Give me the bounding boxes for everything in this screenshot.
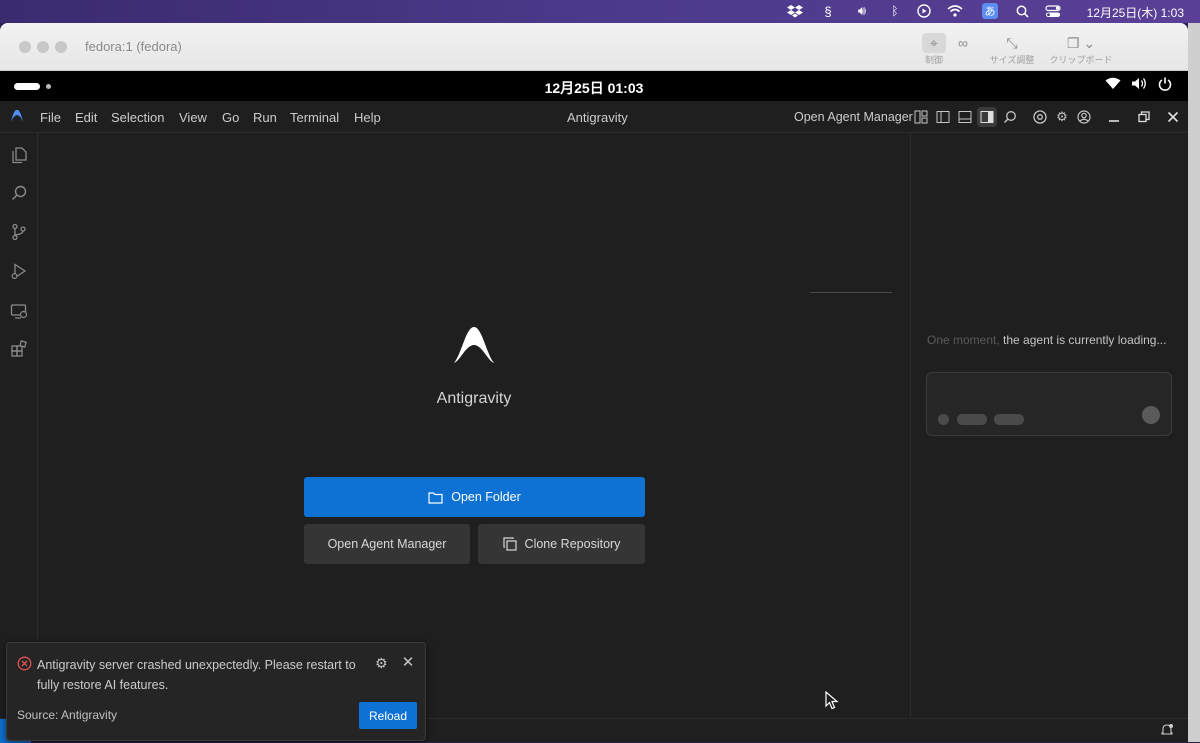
notifications-bell-icon[interactable] <box>1160 723 1174 737</box>
clone-repository-button[interactable]: Clone Repository <box>478 524 645 564</box>
gnome-top-bar: 12月25日 01:03 <box>0 71 1188 101</box>
chrome-icon[interactable] <box>1030 107 1050 127</box>
toggle-secondary-sidebar-icon[interactable] <box>977 107 997 127</box>
extensions-icon[interactable] <box>9 339 29 359</box>
search-icon[interactable] <box>1000 107 1020 127</box>
menu-file[interactable]: File <box>40 110 61 125</box>
gnome-clock[interactable]: 12月25日 01:03 <box>0 78 1188 98</box>
open-agent-manager-label: Open Agent Manager <box>327 537 447 551</box>
close-window-button[interactable] <box>19 41 31 53</box>
control-center-icon[interactable] <box>1044 3 1062 19</box>
clipboard-icon: ❐ ⌄ <box>1066 35 1096 51</box>
clipboard-tool[interactable]: ❐ ⌄ クリップボード <box>1046 33 1116 66</box>
source-control-icon[interactable] <box>9 222 29 242</box>
antigravity-logo-icon <box>454 327 494 363</box>
menu-edit[interactable]: Edit <box>75 110 97 125</box>
skeleton-pill <box>938 414 949 425</box>
guest-screen: 12月25日 01:03 File Edit Selection View Go… <box>0 71 1188 743</box>
view-tool[interactable]: ∞ <box>935 33 991 53</box>
skeleton-pill <box>994 414 1024 425</box>
search-icon[interactable] <box>9 183 29 203</box>
loading-text-main: the agent is currently loading... <box>999 333 1167 347</box>
copy-icon <box>502 537 517 551</box>
search-icon[interactable] <box>1014 3 1030 19</box>
folder-icon <box>428 491 443 504</box>
remote-explorer-icon[interactable] <box>9 301 29 321</box>
host-desktop-strip <box>1188 23 1200 742</box>
clone-repository-label: Clone Repository <box>524 537 621 551</box>
binoculars-icon: ∞ <box>958 35 968 51</box>
dropbox-icon[interactable] <box>786 3 804 19</box>
app-window-title: Antigravity <box>567 110 628 125</box>
host-titlebar: fedora:1 (fedora) ⌖ 制御 ∞ ⤡ サイズ調整 ❐ ⌄ クリッ… <box>0 23 1188 71</box>
antigravity-app: File Edit Selection View Go Run Terminal… <box>0 101 1188 743</box>
mac-menubar: § 🔊︎ ᛒ あ 12月25日(木) 1:03 <box>0 0 1200 23</box>
wifi-icon[interactable] <box>946 3 964 19</box>
explorer-icon[interactable] <box>9 145 29 165</box>
notification-settings-gear-icon[interactable]: ⚙ <box>375 655 391 671</box>
account-icon[interactable] <box>1074 107 1094 127</box>
mouse-cursor-icon <box>825 691 839 710</box>
agent-input-skeleton <box>926 372 1172 436</box>
editor-welcome: Antigravity Open Folder Open Agent Manag… <box>38 133 910 718</box>
run-debug-icon[interactable] <box>9 261 29 281</box>
host-window-title: fedora:1 (fedora) <box>85 39 182 54</box>
notification-source: Source: Antigravity <box>17 708 118 722</box>
menu-selection[interactable]: Selection <box>111 110 164 125</box>
restore-icon[interactable] <box>1134 107 1154 127</box>
settings-gear-icon[interactable]: ⚙ <box>1052 107 1072 127</box>
notification-message: Antigravity server crashed unexpectedly.… <box>37 658 356 692</box>
close-icon[interactable] <box>1163 107 1183 127</box>
activity-bar <box>0 133 38 718</box>
skeleton-pill <box>957 414 987 425</box>
open-agent-manager-button[interactable]: Open Agent Manager <box>304 524 470 564</box>
resize-tool[interactable]: ⤡ サイズ調整 <box>984 33 1040 66</box>
error-circle-icon <box>17 656 32 671</box>
resize-tool-label: サイズ調整 <box>989 55 1035 65</box>
ime-badge: あ <box>982 3 998 19</box>
toggle-panel-icon[interactable] <box>955 107 975 127</box>
open-agent-manager-link[interactable]: Open Agent Manager <box>794 110 913 124</box>
agent-side-panel: One moment, the agent is currently loadi… <box>810 133 1188 718</box>
zoom-window-button[interactable] <box>55 41 67 53</box>
gnome-tray[interactable] <box>1105 77 1172 94</box>
antigravity-logo-icon <box>11 109 23 122</box>
app-titlebar: File Edit Selection View Go Run Terminal… <box>0 101 1188 133</box>
customize-layout-icon[interactable] <box>911 107 931 127</box>
volume-icon <box>1131 77 1148 94</box>
open-folder-button[interactable]: Open Folder <box>304 477 645 517</box>
volume-icon[interactable]: 🔊︎ <box>852 3 872 19</box>
toggle-primary-sidebar-icon[interactable] <box>933 107 953 127</box>
agent-loading-text: One moment, the agent is currently loadi… <box>927 333 1166 347</box>
ime-icon[interactable]: あ <box>981 3 999 19</box>
menu-terminal[interactable]: Terminal <box>290 110 339 125</box>
loading-text-faded: One moment, <box>927 333 1000 347</box>
resize-icon: ⤡ <box>1006 35 1018 51</box>
menu-help[interactable]: Help <box>354 110 381 125</box>
script-icon[interactable]: § <box>822 3 834 19</box>
welcome-title: Antigravity <box>436 390 512 407</box>
menu-go[interactable]: Go <box>222 110 239 125</box>
notification-close-icon[interactable]: ✕ <box>400 653 416 671</box>
bluetooth-icon[interactable]: ᛒ <box>888 3 902 19</box>
wifi-icon <box>1105 77 1121 94</box>
error-notification: Antigravity server crashed unexpectedly.… <box>6 642 426 741</box>
clipboard-tool-label: クリップボード <box>1049 55 1113 65</box>
skeleton-send-circle <box>1142 406 1160 424</box>
reload-button[interactable]: Reload <box>359 702 417 729</box>
minimize-window-button[interactable] <box>37 41 49 53</box>
minimize-icon[interactable] <box>1104 107 1124 127</box>
power-icon <box>1158 77 1172 94</box>
menu-view[interactable]: View <box>179 110 207 125</box>
open-folder-label: Open Folder <box>451 490 521 504</box>
play-icon[interactable] <box>916 3 932 19</box>
menu-run[interactable]: Run <box>253 110 277 125</box>
panel-divider <box>810 292 892 293</box>
control-tool-label: 制御 <box>924 55 943 65</box>
menubar-clock[interactable]: 12月25日(木) 1:03 <box>1087 4 1184 21</box>
